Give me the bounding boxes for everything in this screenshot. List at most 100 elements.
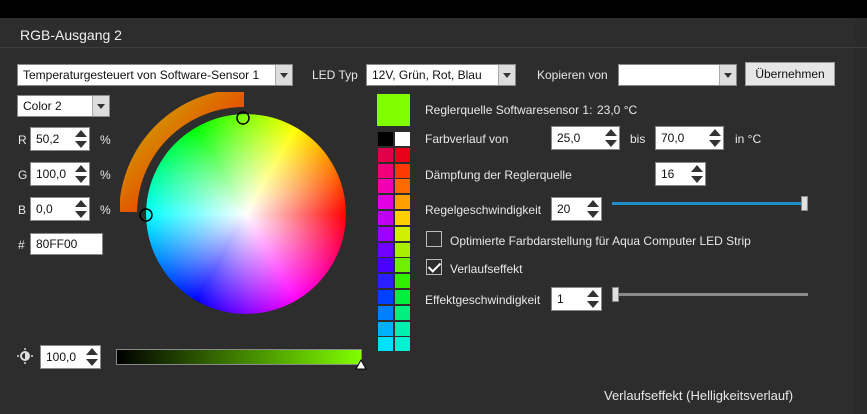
effect-speed-spinner[interactable]: 1	[551, 287, 602, 311]
control-speed-value: 20	[557, 202, 571, 216]
led-type-label: LED Typ	[312, 68, 358, 82]
palette-swatch[interactable]	[378, 337, 393, 352]
spinner-arrows-icon[interactable]	[691, 165, 703, 183]
brightness-gradient-bar[interactable]	[116, 349, 362, 365]
b-label: B	[18, 203, 27, 217]
chevron-down-icon[interactable]	[275, 65, 292, 85]
chevron-down-icon[interactable]	[719, 65, 736, 85]
palette-swatch[interactable]	[378, 163, 393, 178]
g-unit: %	[100, 168, 111, 182]
palette-swatch[interactable]	[395, 321, 410, 336]
control-speed-slider-track[interactable]	[612, 202, 808, 205]
spinner-arrows-icon[interactable]	[587, 290, 599, 308]
palette-swatch[interactable]	[378, 258, 393, 273]
palette-swatch[interactable]	[378, 179, 393, 194]
footer-mode-text: Verlaufseffekt (Helligkeitsverlauf)	[604, 388, 794, 403]
palette-swatch[interactable]	[395, 242, 410, 257]
palette-swatch[interactable]	[395, 274, 410, 289]
b-spinner[interactable]: 0,0	[30, 197, 90, 221]
palette-swatch[interactable]	[378, 147, 393, 162]
effect-speed-slider-thumb[interactable]	[612, 287, 619, 302]
brightness-icon	[17, 348, 33, 364]
palette-swatch[interactable]	[378, 132, 393, 146]
r-unit: %	[100, 133, 111, 147]
palette-swatch[interactable]	[378, 274, 393, 289]
gradient-to-value: 70,0	[661, 131, 685, 145]
spinner-arrows-icon[interactable]	[587, 200, 599, 218]
palette-swatch[interactable]	[378, 290, 393, 304]
spinner-arrows-icon[interactable]	[605, 129, 617, 147]
palette-swatch[interactable]	[378, 195, 393, 210]
control-speed-label: Regelgeschwindigkeit	[425, 203, 542, 217]
palette-swatch[interactable]	[395, 132, 410, 146]
control-speed-slider-thumb[interactable]	[801, 196, 808, 211]
spinner-arrows-icon[interactable]	[75, 165, 87, 183]
color-wheel[interactable]	[120, 92, 360, 332]
palette-swatch[interactable]	[378, 305, 393, 320]
chevron-down-icon[interactable]	[92, 96, 109, 116]
spinner-arrows-icon[interactable]	[75, 200, 87, 218]
effect-speed-value: 1	[557, 292, 564, 306]
gradient-to-label: bis	[630, 132, 646, 146]
mode-dropdown-value: Temperaturgesteuert von Software-Sensor …	[23, 68, 260, 82]
led-type-value: 12V, Grün, Rot, Blau	[372, 68, 482, 82]
color-slot-dropdown[interactable]: Color 2	[17, 95, 110, 117]
b-unit: %	[100, 203, 111, 217]
palette-swatch[interactable]	[395, 163, 410, 178]
palette-swatch[interactable]	[378, 242, 393, 257]
palette-swatch[interactable]	[395, 290, 410, 304]
copy-from-label: Kopieren von	[537, 68, 608, 82]
gradient-to-spinner[interactable]: 70,0	[655, 126, 724, 150]
optimized-checkbox[interactable]	[426, 231, 442, 247]
palette-swatch[interactable]	[395, 147, 410, 162]
hex-input[interactable]: 80FF00	[30, 233, 103, 255]
gradient-unit: in °C	[735, 132, 762, 146]
effect-speed-label: Effektgeschwindigkeit	[425, 293, 541, 307]
palette-swatch[interactable]	[395, 211, 410, 225]
chevron-down-icon[interactable]	[498, 65, 515, 85]
palette-swatch[interactable]	[395, 195, 410, 210]
control-speed-spinner[interactable]: 20	[551, 197, 602, 221]
gradient-from-spinner[interactable]: 25,0	[551, 126, 620, 150]
spinner-arrows-icon[interactable]	[709, 129, 721, 147]
brightness-spinner[interactable]: 100,0	[40, 345, 101, 369]
g-value: 100,0	[36, 167, 67, 181]
palette-swatch[interactable]	[395, 337, 410, 352]
gradient-from-label: Farbverlauf von	[425, 132, 509, 146]
damping-spinner[interactable]: 16	[655, 162, 706, 186]
gradient-from-value: 25,0	[557, 131, 581, 145]
spinner-arrows-icon[interactable]	[75, 130, 87, 148]
g-label: G	[18, 168, 28, 182]
effect-speed-slider-track[interactable]	[612, 293, 808, 296]
led-type-dropdown[interactable]: 12V, Grün, Rot, Blau	[366, 64, 516, 86]
b-value: 0,0	[36, 202, 53, 216]
panel-scroll-edge	[855, 18, 867, 414]
spinner-arrows-icon[interactable]	[86, 348, 98, 366]
apply-button[interactable]: Übernehmen	[745, 62, 835, 86]
selected-color-swatch[interactable]	[377, 94, 410, 126]
color-slot-value: Color 2	[23, 99, 62, 113]
mode-dropdown[interactable]: Temperaturgesteuert von Software-Sensor …	[17, 64, 293, 86]
window-title: RGB-Ausgang 2	[20, 27, 122, 43]
source-info-value: 23,0 °C	[597, 103, 638, 117]
brightness-value: 100,0	[46, 350, 77, 364]
r-value: 50,2	[36, 132, 60, 146]
title-separator	[0, 47, 867, 48]
palette-swatch[interactable]	[378, 211, 393, 225]
g-spinner[interactable]: 100,0	[30, 162, 90, 186]
gradient-effect-label: Verlaufseffekt	[450, 262, 523, 276]
palette-swatch[interactable]	[395, 258, 410, 273]
palette-swatch[interactable]	[395, 226, 410, 241]
copy-from-dropdown[interactable]	[618, 64, 737, 86]
r-spinner[interactable]: 50,2	[30, 127, 90, 151]
palette-swatch[interactable]	[378, 321, 393, 336]
brightness-marker-icon[interactable]	[355, 359, 367, 371]
damping-value: 16	[661, 167, 675, 181]
optimized-label: Optimierte Farbdarstellung für Aqua Comp…	[450, 234, 751, 248]
palette-swatch[interactable]	[378, 226, 393, 241]
damping-label: Dämpfung der Reglerquelle	[425, 168, 572, 182]
palette-swatch[interactable]	[395, 305, 410, 320]
palette-swatch[interactable]	[395, 179, 410, 194]
gradient-effect-checkbox[interactable]	[426, 259, 442, 275]
hex-label: #	[18, 238, 25, 252]
